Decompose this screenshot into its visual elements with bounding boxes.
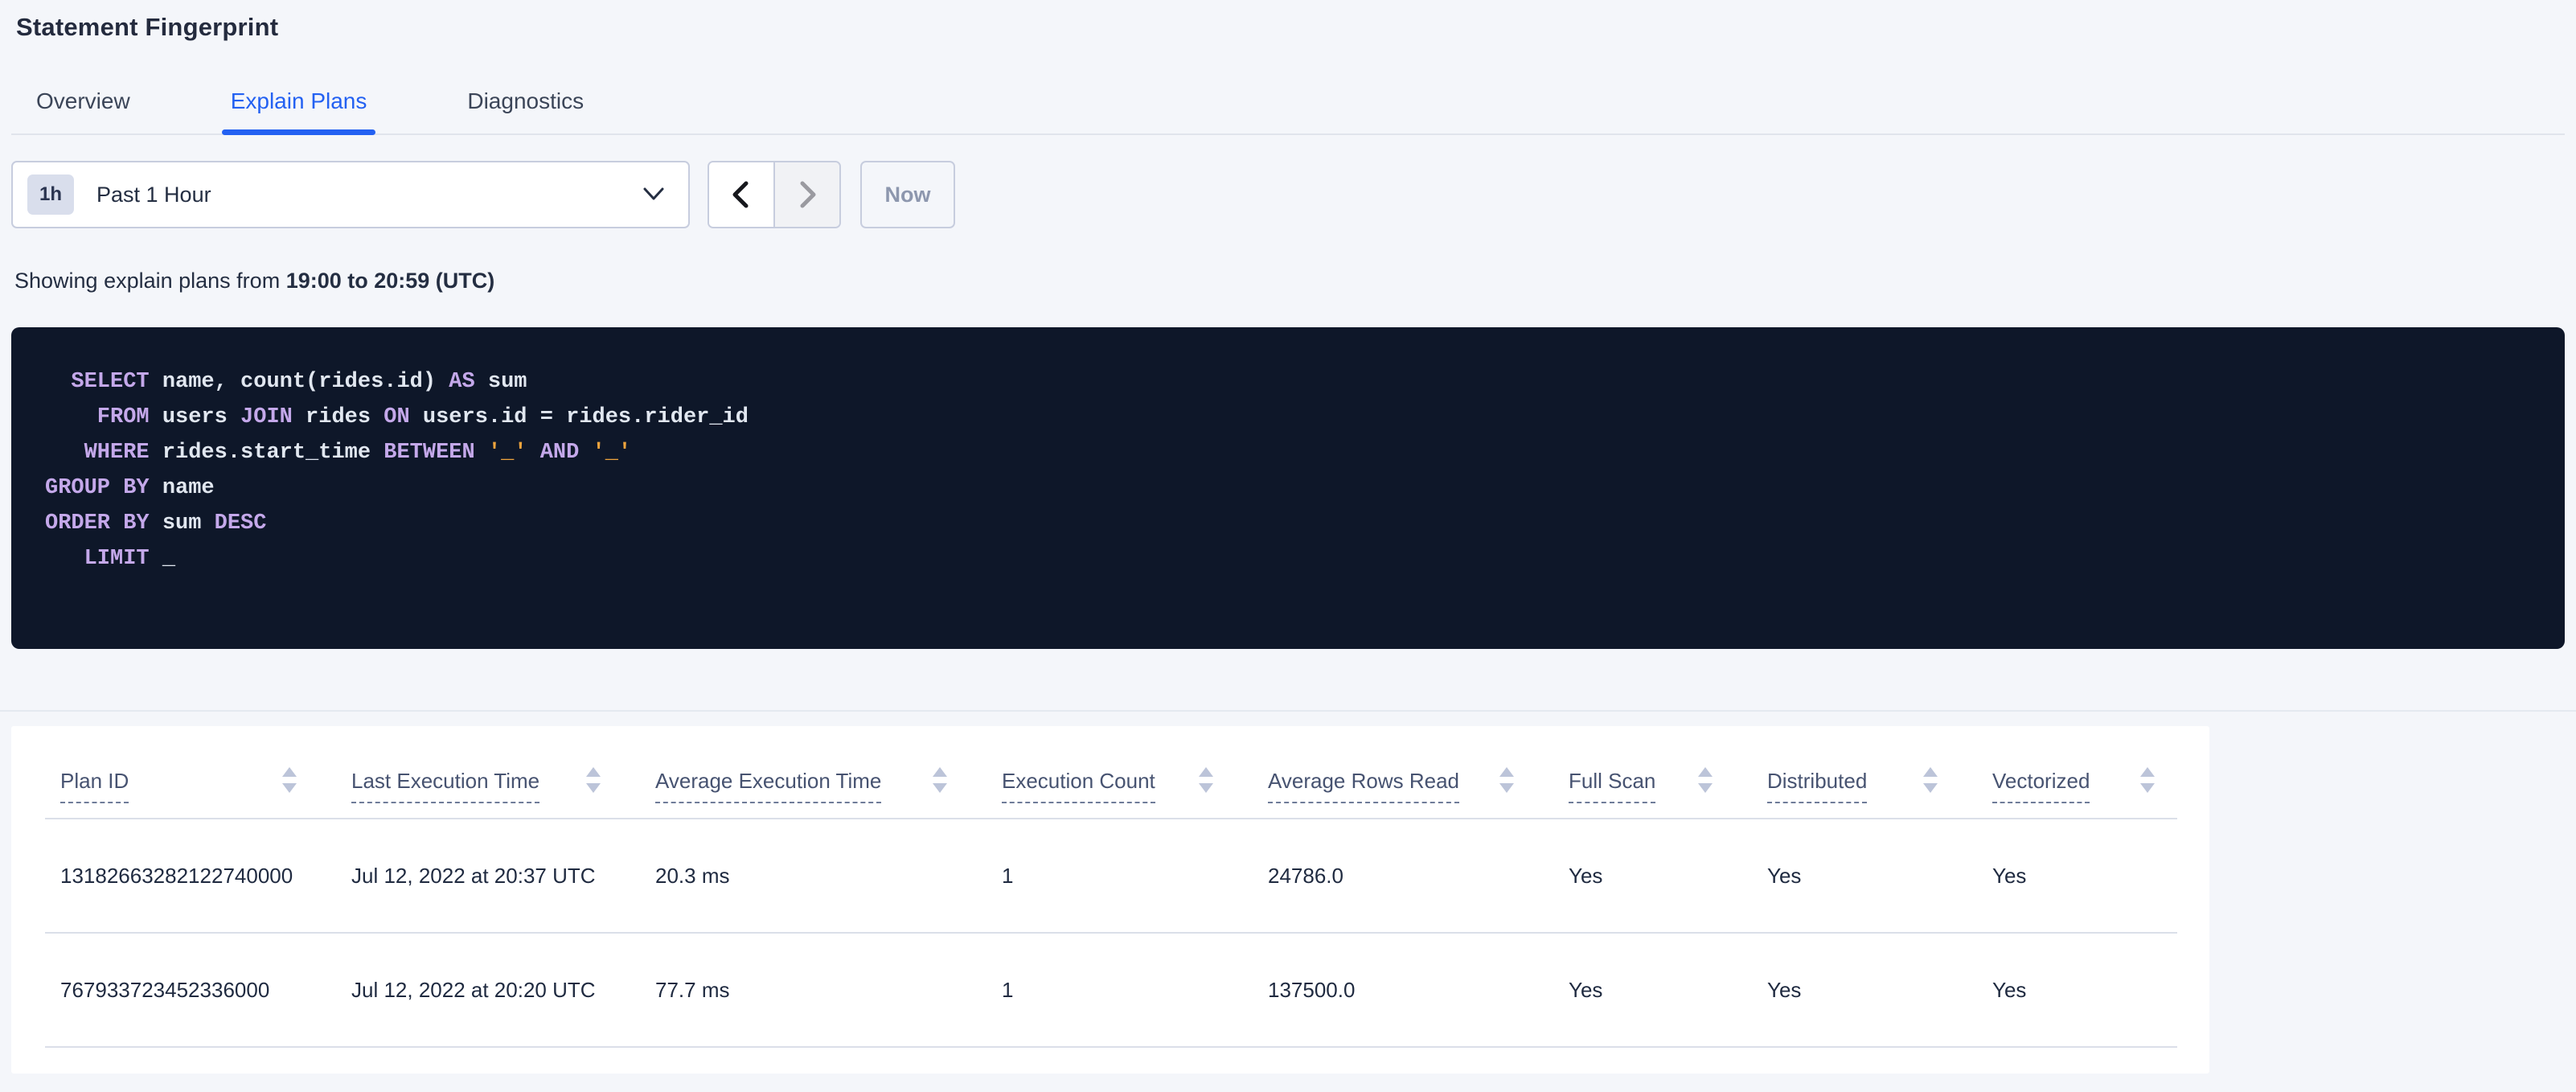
section-divider [0, 710, 2576, 712]
time-range-dropdown[interactable]: 1h Past 1 Hour [11, 161, 690, 228]
cell-distributed: Yes [1767, 977, 1802, 1002]
explain-plans-table: Plan ID Last Execution Time Average Execut… [11, 726, 2209, 1074]
table-header-row: Plan ID Last Execution Time Average Execut… [11, 726, 2209, 818]
page: Statement Fingerprint Overview Explain P… [0, 13, 2576, 1074]
cell-average-execution-time: 20.3 ms [655, 863, 730, 888]
next-time-button[interactable] [775, 162, 839, 227]
chevron-left-icon [732, 181, 749, 208]
time-range-label: Past 1 Hour [96, 182, 211, 207]
cell-plan-id: 13182663282122740000 [60, 863, 293, 888]
column-header-execution-count[interactable]: Execution Count [1002, 766, 1268, 818]
cell-average-rows-read: 24786.0 [1268, 863, 1343, 888]
now-button[interactable]: Now [860, 161, 955, 228]
sql-line: LIMIT _ [45, 547, 176, 571]
tab-overview[interactable]: Overview [27, 77, 139, 133]
cell-last-execution-time: Jul 12, 2022 at 20:37 UTC [351, 863, 596, 888]
column-header-distributed[interactable]: Distributed [1767, 766, 1992, 818]
cell-last-execution-time: Jul 12, 2022 at 20:20 UTC [351, 977, 596, 1002]
column-header-label: Full Scan [1569, 769, 1656, 803]
sql-line: ORDER BY sum DESC [45, 511, 267, 536]
sort-icon[interactable] [2139, 766, 2156, 794]
cell-full-scan: Yes [1569, 977, 1603, 1002]
sql-line: WHERE rides.start_time BETWEEN '_' AND '… [45, 441, 632, 465]
table-row: 13182663282122740000 Jul 12, 2022 at 20:3… [11, 819, 2209, 932]
cell-average-execution-time: 77.7 ms [655, 977, 730, 1002]
sort-icon[interactable] [281, 766, 298, 794]
sort-icon[interactable] [1696, 766, 1714, 794]
cell-plan-id: 767933723452336000 [60, 977, 270, 1002]
cell-vectorized: Yes [1992, 863, 2027, 888]
tab-explain-plans[interactable]: Explain Plans [221, 77, 376, 135]
column-header-label: Plan ID [60, 769, 129, 803]
sql-line: SELECT name, count(rides.id) AS sum [45, 370, 527, 394]
column-header-average-rows-read[interactable]: Average Rows Read [1268, 766, 1569, 818]
sql-statement-box: SELECT name, count(rides.id) AS sum FROM… [11, 327, 2565, 649]
cell-average-rows-read: 137500.0 [1268, 977, 1356, 1002]
tab-diagnostics[interactable]: Diagnostics [458, 77, 593, 133]
sort-icon[interactable] [1197, 766, 1215, 794]
table-row: 767933723452336000 Jul 12, 2022 at 20:20 … [11, 934, 2209, 1046]
sql-line: FROM users JOIN rides ON users.id = ride… [45, 405, 749, 429]
column-header-last-execution-time[interactable]: Last Execution Time [351, 766, 655, 818]
cell-execution-count: 1 [1002, 977, 1014, 1002]
summary-text: Showing explain plans from 19:00 to 20:5… [14, 269, 2565, 294]
table-body: 13182663282122740000 Jul 12, 2022 at 20:3… [11, 819, 2209, 1048]
page-title: Statement Fingerprint [16, 13, 279, 41]
column-header-label: Execution Count [1002, 769, 1155, 803]
column-header-label: Last Execution Time [351, 769, 540, 803]
chevron-right-icon [800, 181, 816, 208]
column-header-full-scan[interactable]: Full Scan [1569, 766, 1767, 818]
sql-line: GROUP BY name [45, 476, 215, 500]
chevron-down-icon [643, 187, 664, 200]
column-header-label: Average Rows Read [1268, 769, 1459, 803]
sort-icon[interactable] [585, 766, 602, 794]
cell-vectorized: Yes [1992, 977, 2027, 1002]
tab-bar: Overview Explain Plans Diagnostics [11, 77, 2565, 135]
column-header-label: Distributed [1767, 769, 1868, 803]
sort-icon[interactable] [1498, 766, 1516, 794]
row-divider [45, 1046, 2177, 1048]
summary-range: 19:00 to 20:59 (UTC) [285, 269, 495, 293]
cell-execution-count: 1 [1002, 863, 1014, 888]
time-controls: 1h Past 1 Hour Now [11, 161, 2565, 228]
column-header-plan-id[interactable]: Plan ID [11, 766, 351, 818]
column-header-vectorized[interactable]: Vectorized [1992, 766, 2209, 818]
sort-icon[interactable] [931, 766, 949, 794]
prev-time-button[interactable] [709, 162, 775, 227]
time-nav-group [708, 161, 841, 228]
time-range-badge: 1h [27, 174, 75, 215]
column-header-label: Vectorized [1992, 769, 2090, 803]
summary-prefix: Showing explain plans from [14, 269, 286, 293]
cell-full-scan: Yes [1569, 863, 1603, 888]
column-header-average-execution-time[interactable]: Average Execution Time [655, 766, 1002, 818]
cell-distributed: Yes [1767, 863, 1802, 888]
sort-icon[interactable] [1922, 766, 1939, 794]
column-header-label: Average Execution Time [655, 769, 882, 803]
